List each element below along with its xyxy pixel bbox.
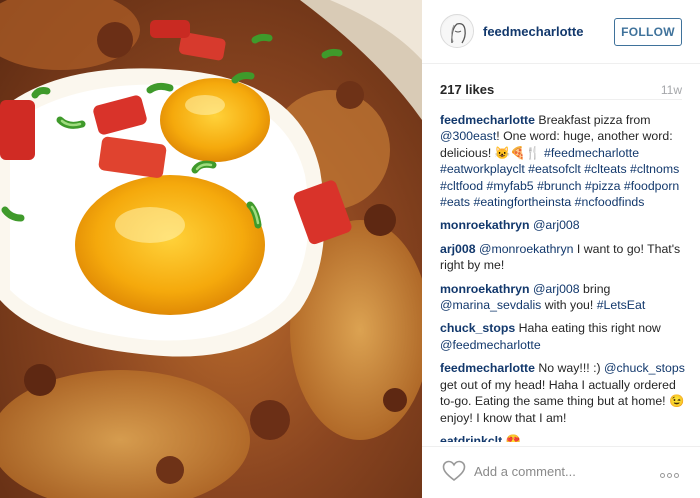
comment-text: 😍	[502, 433, 521, 442]
comment-username[interactable]: feedmecharlotte	[440, 113, 535, 127]
comment-item: feedmecharlotte Breakfast pizza from @30…	[440, 112, 688, 210]
comment-link[interactable]: #LetsEat	[597, 298, 646, 312]
post-side-panel: feedmecharlotte FOLLOW 217 likes 11w fee…	[422, 0, 700, 498]
post-author-username[interactable]: feedmecharlotte	[483, 24, 583, 39]
comment-link[interactable]: @chuck_stops	[604, 361, 685, 375]
avatar[interactable]	[440, 14, 474, 48]
comments-list: feedmecharlotte Breakfast pizza from @30…	[440, 112, 688, 442]
post-photo[interactable]	[0, 0, 422, 498]
comment-item: chuck_stops Haha eating this right now @…	[440, 320, 688, 353]
comment-item: arj008 @monroekathryn I want to go! That…	[440, 241, 688, 274]
comment-text: Haha eating this right now	[515, 321, 661, 336]
comment-link[interactable]: @marina_sevdalis	[440, 298, 541, 312]
comment-text: No way!!! :)	[535, 361, 605, 376]
comment-username[interactable]: feedmecharlotte	[440, 361, 535, 375]
comment-username[interactable]: monroekathryn	[440, 218, 530, 232]
comment-link[interactable]: @arj008	[533, 282, 580, 296]
post-footer	[422, 446, 700, 498]
comment-text: get out of my head! Haha I actually orde…	[440, 377, 685, 425]
comment-text: with you!	[541, 298, 597, 313]
comment-link[interactable]: @300east	[440, 129, 496, 143]
comment-username[interactable]: monroekathryn	[440, 282, 530, 296]
comment-text: bring	[579, 281, 611, 296]
post-header: feedmecharlotte FOLLOW	[422, 0, 700, 64]
comment-link[interactable]: @feedmecharlotte	[440, 338, 541, 352]
more-options-icon[interactable]	[660, 465, 684, 478]
follow-button[interactable]: FOLLOW	[614, 18, 682, 46]
comment-link[interactable]: @monroekathryn	[479, 242, 574, 256]
comment-username[interactable]: eatdrinkclt	[440, 434, 502, 442]
post-meta: 217 likes 11w	[440, 80, 682, 100]
comment-username[interactable]: arj008	[440, 242, 476, 256]
add-comment-input[interactable]	[474, 461, 644, 481]
comment-link[interactable]: @arj008	[533, 218, 580, 232]
comment-item: monroekathryn @arj008	[440, 217, 688, 233]
avatar-sketch-icon	[442, 16, 473, 47]
comment-text: Breakfast pizza from	[535, 113, 651, 127]
comment-username[interactable]: chuck_stops	[440, 321, 515, 335]
heart-outline-icon[interactable]	[442, 460, 466, 482]
pizza-photo-illustration	[0, 0, 422, 498]
comment-item: eatdrinkclt 😍	[440, 433, 688, 442]
likes-count[interactable]: 217 likes	[440, 82, 494, 97]
post-timestamp[interactable]: 11w	[661, 83, 682, 97]
comment-item: monroekathryn @arj008 bring @marina_sevd…	[440, 281, 688, 314]
comment-item: feedmecharlotte No way!!! :) @chuck_stop…	[440, 360, 688, 426]
